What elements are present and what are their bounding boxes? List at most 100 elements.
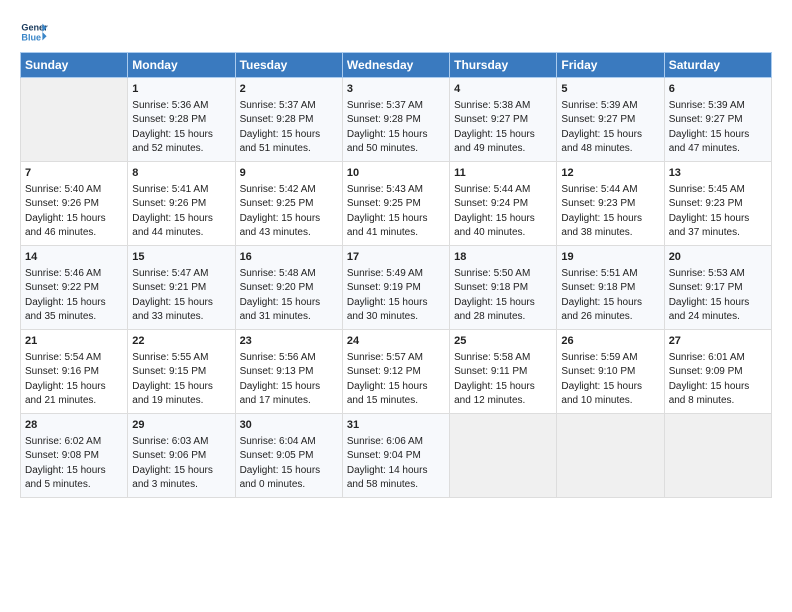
week-row: 28Sunrise: 6:02 AM Sunset: 9:08 PM Dayli… <box>21 413 772 497</box>
cell-content: Sunrise: 5:51 AM Sunset: 9:18 PM Dayligh… <box>561 267 659 325</box>
calendar-cell: 8Sunrise: 5:41 AM Sunset: 9:26 PM Daylig… <box>128 161 235 245</box>
col-monday: Monday <box>128 53 235 78</box>
calendar-cell: 12Sunrise: 5:44 AM Sunset: 9:23 PM Dayli… <box>557 161 664 245</box>
cell-content: Sunrise: 6:01 AM Sunset: 9:09 PM Dayligh… <box>669 351 767 409</box>
header: General Blue <box>20 18 772 46</box>
calendar-cell: 15Sunrise: 5:47 AM Sunset: 9:21 PM Dayli… <box>128 245 235 329</box>
cell-content: Sunrise: 5:48 AM Sunset: 9:20 PM Dayligh… <box>240 267 338 325</box>
cell-content: Sunrise: 5:38 AM Sunset: 9:27 PM Dayligh… <box>454 99 552 157</box>
day-number: 31 <box>347 418 445 434</box>
day-number: 27 <box>669 334 767 350</box>
day-number: 26 <box>561 334 659 350</box>
calendar-cell: 28Sunrise: 6:02 AM Sunset: 9:08 PM Dayli… <box>21 413 128 497</box>
day-number: 12 <box>561 166 659 182</box>
calendar-cell: 29Sunrise: 6:03 AM Sunset: 9:06 PM Dayli… <box>128 413 235 497</box>
cell-content: Sunrise: 5:47 AM Sunset: 9:21 PM Dayligh… <box>132 267 230 325</box>
cell-content: Sunrise: 5:37 AM Sunset: 9:28 PM Dayligh… <box>240 99 338 157</box>
calendar-cell: 24Sunrise: 5:57 AM Sunset: 9:12 PM Dayli… <box>342 329 449 413</box>
calendar-cell: 30Sunrise: 6:04 AM Sunset: 9:05 PM Dayli… <box>235 413 342 497</box>
col-tuesday: Tuesday <box>235 53 342 78</box>
calendar-cell: 27Sunrise: 6:01 AM Sunset: 9:09 PM Dayli… <box>664 329 771 413</box>
day-number: 15 <box>132 250 230 266</box>
cell-content: Sunrise: 5:59 AM Sunset: 9:10 PM Dayligh… <box>561 351 659 409</box>
day-number: 24 <box>347 334 445 350</box>
cell-content: Sunrise: 5:43 AM Sunset: 9:25 PM Dayligh… <box>347 183 445 241</box>
cell-content: Sunrise: 5:37 AM Sunset: 9:28 PM Dayligh… <box>347 99 445 157</box>
day-number: 16 <box>240 250 338 266</box>
day-number: 6 <box>669 82 767 98</box>
cell-content: Sunrise: 5:36 AM Sunset: 9:28 PM Dayligh… <box>132 99 230 157</box>
calendar-cell: 4Sunrise: 5:38 AM Sunset: 9:27 PM Daylig… <box>450 78 557 162</box>
col-friday: Friday <box>557 53 664 78</box>
cell-content: Sunrise: 5:41 AM Sunset: 9:26 PM Dayligh… <box>132 183 230 241</box>
calendar-cell: 23Sunrise: 5:56 AM Sunset: 9:13 PM Dayli… <box>235 329 342 413</box>
day-number: 29 <box>132 418 230 434</box>
day-number: 19 <box>561 250 659 266</box>
cell-content: Sunrise: 5:40 AM Sunset: 9:26 PM Dayligh… <box>25 183 123 241</box>
cell-content: Sunrise: 5:50 AM Sunset: 9:18 PM Dayligh… <box>454 267 552 325</box>
day-number: 13 <box>669 166 767 182</box>
header-row: SundayMondayTuesdayWednesdayThursdayFrid… <box>21 53 772 78</box>
logo: General Blue <box>20 18 50 46</box>
week-row: 1Sunrise: 5:36 AM Sunset: 9:28 PM Daylig… <box>21 78 772 162</box>
cell-content: Sunrise: 5:44 AM Sunset: 9:23 PM Dayligh… <box>561 183 659 241</box>
calendar-table: SundayMondayTuesdayWednesdayThursdayFrid… <box>20 52 772 498</box>
day-number: 30 <box>240 418 338 434</box>
cell-content: Sunrise: 5:56 AM Sunset: 9:13 PM Dayligh… <box>240 351 338 409</box>
cell-content: Sunrise: 5:39 AM Sunset: 9:27 PM Dayligh… <box>561 99 659 157</box>
cell-content: Sunrise: 5:46 AM Sunset: 9:22 PM Dayligh… <box>25 267 123 325</box>
calendar-cell: 10Sunrise: 5:43 AM Sunset: 9:25 PM Dayli… <box>342 161 449 245</box>
day-number: 20 <box>669 250 767 266</box>
day-number: 25 <box>454 334 552 350</box>
cell-content: Sunrise: 5:54 AM Sunset: 9:16 PM Dayligh… <box>25 351 123 409</box>
day-number: 4 <box>454 82 552 98</box>
cell-content: Sunrise: 5:42 AM Sunset: 9:25 PM Dayligh… <box>240 183 338 241</box>
day-number: 23 <box>240 334 338 350</box>
col-sunday: Sunday <box>21 53 128 78</box>
cell-content: Sunrise: 6:06 AM Sunset: 9:04 PM Dayligh… <box>347 435 445 493</box>
day-number: 21 <box>25 334 123 350</box>
cell-content: Sunrise: 6:03 AM Sunset: 9:06 PM Dayligh… <box>132 435 230 493</box>
calendar-cell: 13Sunrise: 5:45 AM Sunset: 9:23 PM Dayli… <box>664 161 771 245</box>
day-number: 22 <box>132 334 230 350</box>
calendar-cell: 26Sunrise: 5:59 AM Sunset: 9:10 PM Dayli… <box>557 329 664 413</box>
calendar-cell: 16Sunrise: 5:48 AM Sunset: 9:20 PM Dayli… <box>235 245 342 329</box>
cell-content: Sunrise: 5:49 AM Sunset: 9:19 PM Dayligh… <box>347 267 445 325</box>
day-number: 17 <box>347 250 445 266</box>
cell-content: Sunrise: 5:58 AM Sunset: 9:11 PM Dayligh… <box>454 351 552 409</box>
calendar-cell: 22Sunrise: 5:55 AM Sunset: 9:15 PM Dayli… <box>128 329 235 413</box>
day-number: 14 <box>25 250 123 266</box>
day-number: 7 <box>25 166 123 182</box>
week-row: 21Sunrise: 5:54 AM Sunset: 9:16 PM Dayli… <box>21 329 772 413</box>
col-thursday: Thursday <box>450 53 557 78</box>
calendar-cell: 17Sunrise: 5:49 AM Sunset: 9:19 PM Dayli… <box>342 245 449 329</box>
week-row: 14Sunrise: 5:46 AM Sunset: 9:22 PM Dayli… <box>21 245 772 329</box>
calendar-cell: 18Sunrise: 5:50 AM Sunset: 9:18 PM Dayli… <box>450 245 557 329</box>
calendar-cell: 19Sunrise: 5:51 AM Sunset: 9:18 PM Dayli… <box>557 245 664 329</box>
calendar-cell: 1Sunrise: 5:36 AM Sunset: 9:28 PM Daylig… <box>128 78 235 162</box>
calendar-cell: 9Sunrise: 5:42 AM Sunset: 9:25 PM Daylig… <box>235 161 342 245</box>
calendar-cell <box>21 78 128 162</box>
day-number: 9 <box>240 166 338 182</box>
col-wednesday: Wednesday <box>342 53 449 78</box>
svg-text:Blue: Blue <box>21 32 41 42</box>
calendar-cell: 14Sunrise: 5:46 AM Sunset: 9:22 PM Dayli… <box>21 245 128 329</box>
calendar-cell: 5Sunrise: 5:39 AM Sunset: 9:27 PM Daylig… <box>557 78 664 162</box>
day-number: 10 <box>347 166 445 182</box>
day-number: 28 <box>25 418 123 434</box>
cell-content: Sunrise: 5:39 AM Sunset: 9:27 PM Dayligh… <box>669 99 767 157</box>
day-number: 3 <box>347 82 445 98</box>
calendar-cell: 31Sunrise: 6:06 AM Sunset: 9:04 PM Dayli… <box>342 413 449 497</box>
calendar-cell: 2Sunrise: 5:37 AM Sunset: 9:28 PM Daylig… <box>235 78 342 162</box>
day-number: 5 <box>561 82 659 98</box>
calendar-cell <box>557 413 664 497</box>
calendar-cell <box>664 413 771 497</box>
logo-icon: General Blue <box>20 18 48 46</box>
cell-content: Sunrise: 5:44 AM Sunset: 9:24 PM Dayligh… <box>454 183 552 241</box>
calendar-cell: 3Sunrise: 5:37 AM Sunset: 9:28 PM Daylig… <box>342 78 449 162</box>
calendar-cell: 21Sunrise: 5:54 AM Sunset: 9:16 PM Dayli… <box>21 329 128 413</box>
calendar-cell: 7Sunrise: 5:40 AM Sunset: 9:26 PM Daylig… <box>21 161 128 245</box>
calendar-cell: 6Sunrise: 5:39 AM Sunset: 9:27 PM Daylig… <box>664 78 771 162</box>
cell-content: Sunrise: 5:45 AM Sunset: 9:23 PM Dayligh… <box>669 183 767 241</box>
cell-content: Sunrise: 6:04 AM Sunset: 9:05 PM Dayligh… <box>240 435 338 493</box>
